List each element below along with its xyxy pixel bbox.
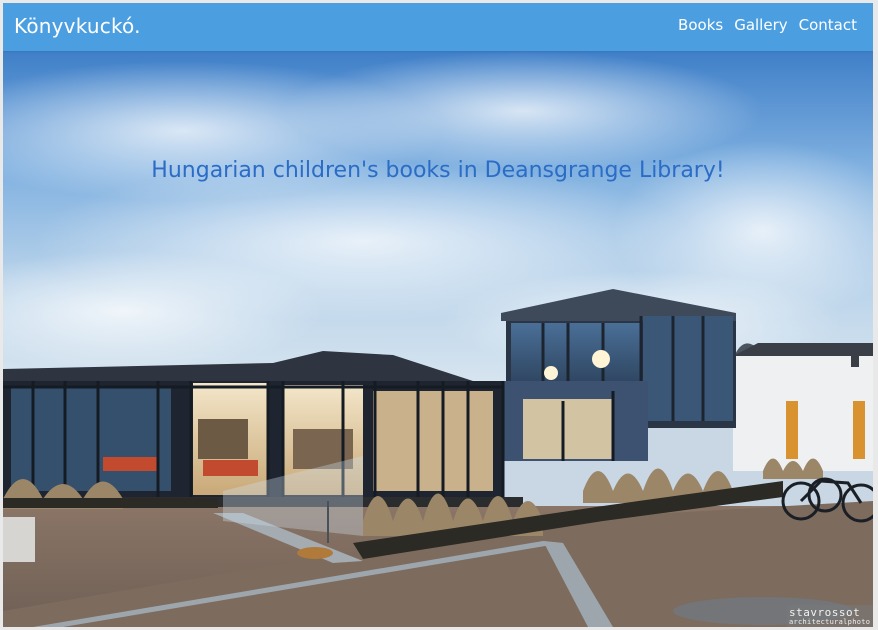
nav-links: Books Gallery Contact <box>678 16 857 34</box>
nav-link-gallery[interactable]: Gallery <box>734 16 787 34</box>
browser-viewport: Könyvkuckó. Books Gallery Contact Hungar… <box>3 3 873 627</box>
hero-section: Hungarian children's books in Deansgrang… <box>3 51 873 627</box>
watermark-sub-text: architecturalphoto <box>789 618 871 626</box>
top-navbar: Könyvkuckó. Books Gallery Contact <box>3 3 873 51</box>
photographer-watermark: stavrossot architecturalphoto <box>787 605 873 627</box>
nav-link-contact[interactable]: Contact <box>799 16 857 34</box>
nav-link-books[interactable]: Books <box>678 16 723 34</box>
hero-photo-library <box>3 51 873 627</box>
brand-logo[interactable]: Könyvkuckó. <box>14 14 141 38</box>
hero-headline: Hungarian children's books in Deansgrang… <box>151 158 725 183</box>
